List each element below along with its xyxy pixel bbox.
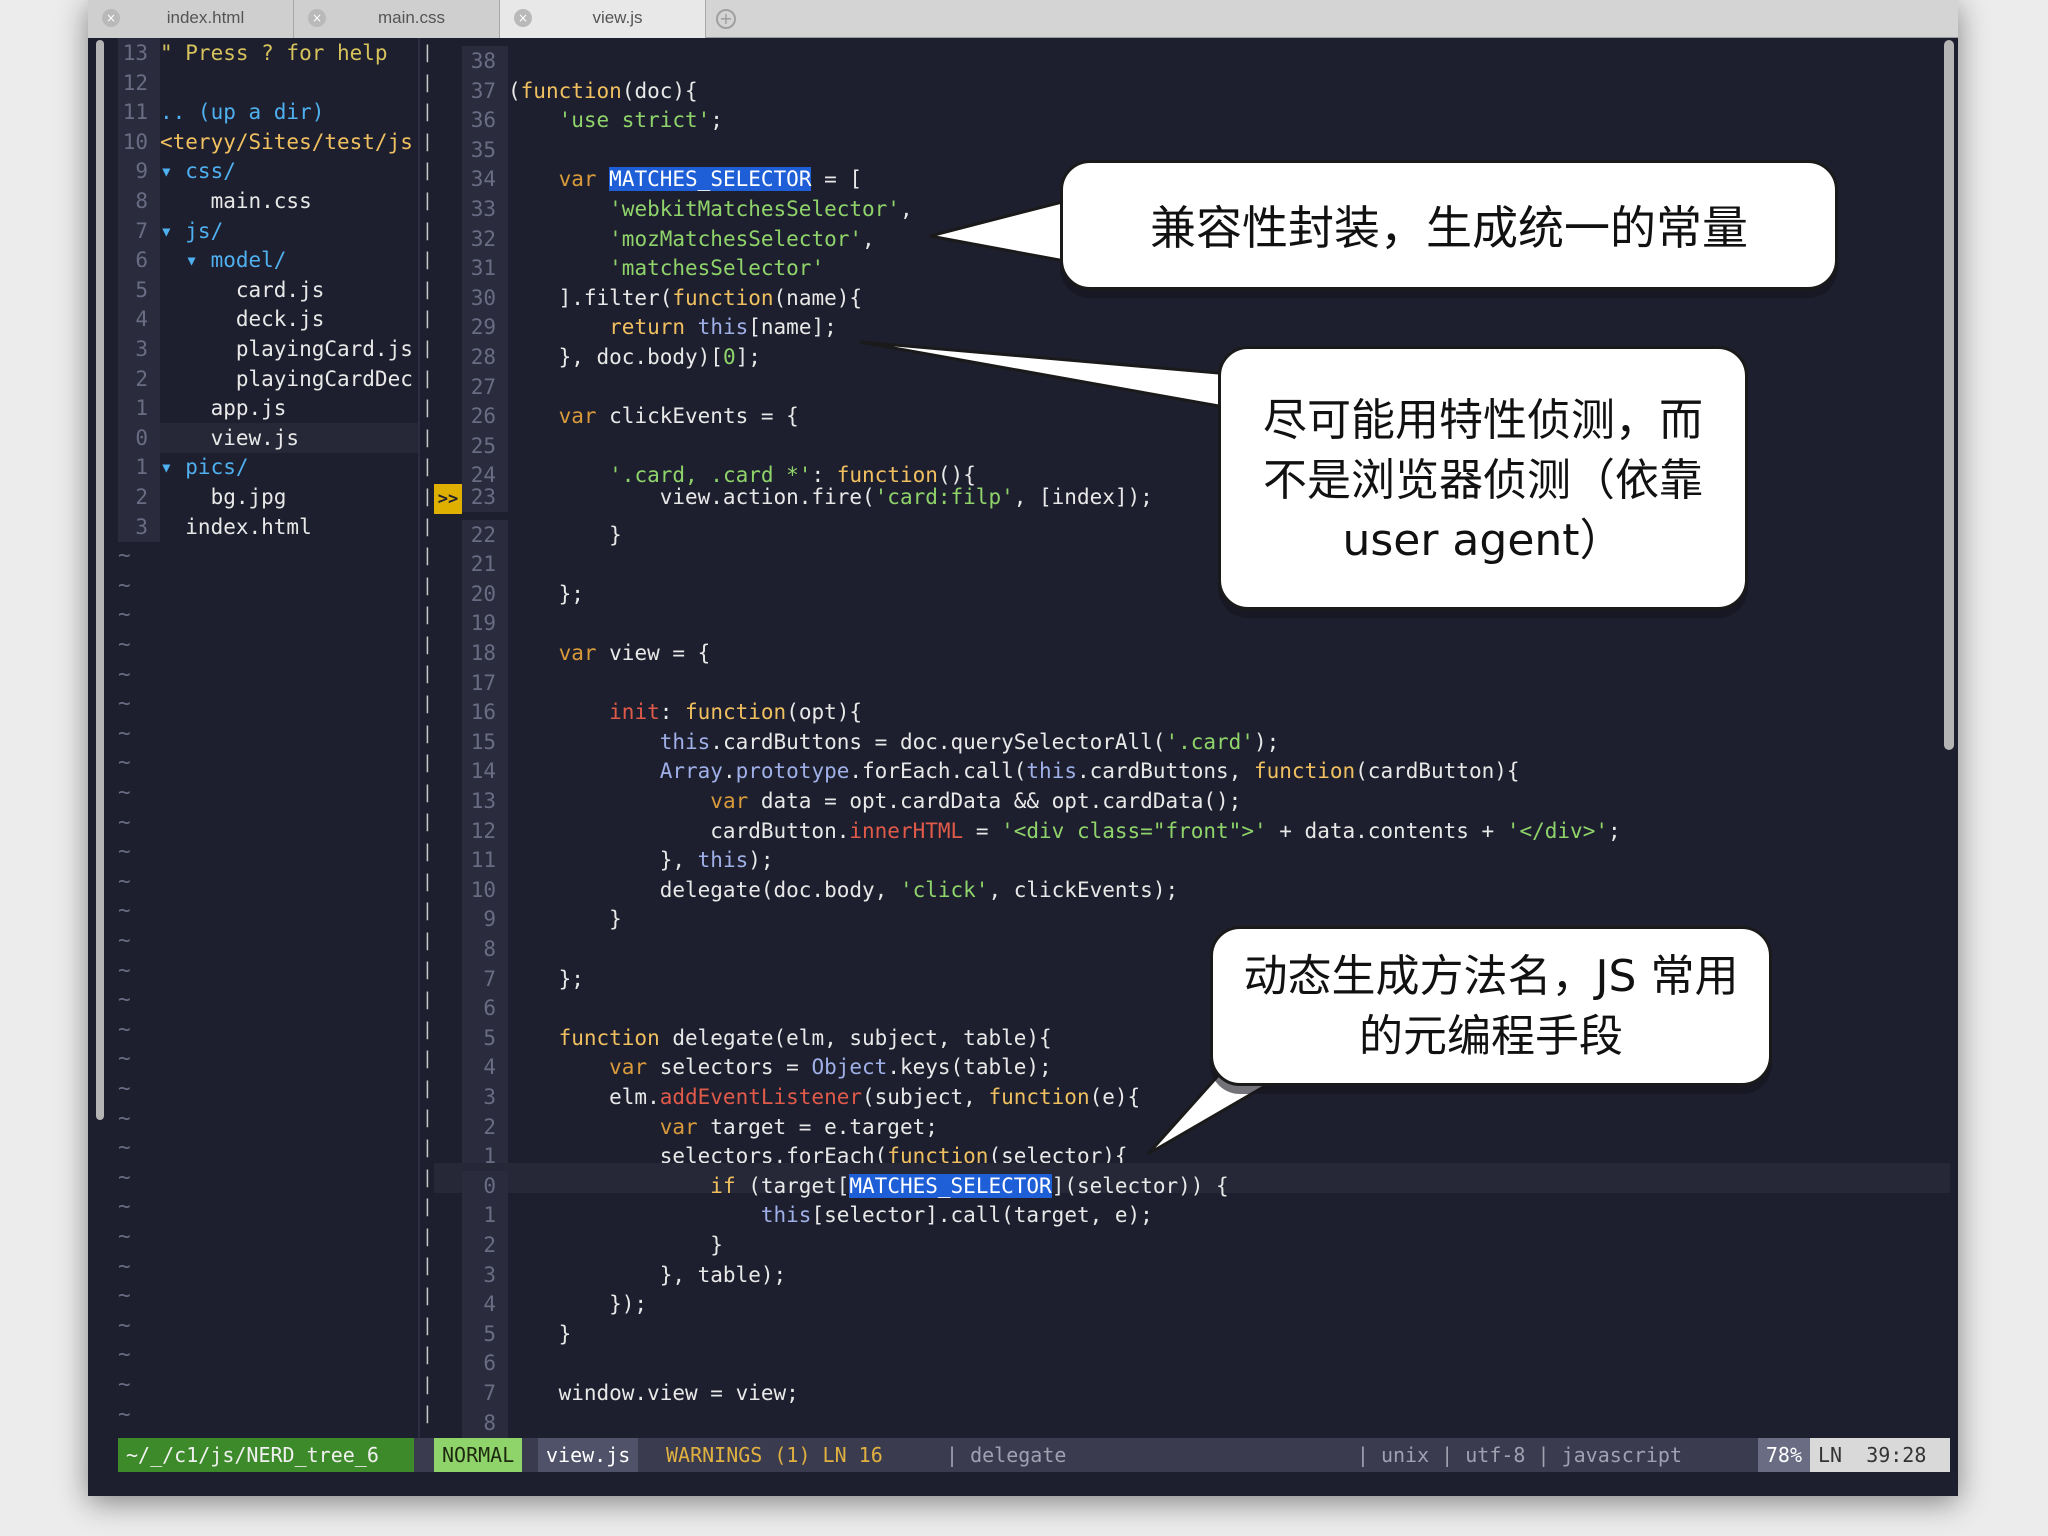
callout-line: 动态生成方法名，JS 常用 (1243, 951, 1739, 1002)
callout-compat: 兼容性封装，生成统一的常量 (1060, 160, 1838, 290)
callout-2-tail (859, 340, 1232, 410)
callout-line: 的元编程手段 (1359, 1011, 1623, 1062)
callout-metaprogramming: 动态生成方法名，JS 常用 的元编程手段 (1210, 926, 1772, 1086)
callout-line: user agent） (1342, 515, 1624, 566)
callout-line: 不是浏览器侦测（依靠 (1263, 455, 1703, 506)
callout-line: 尽可能用特性侦测，而 (1263, 395, 1703, 446)
callout-1-tail (929, 198, 1072, 264)
callout-compat-text: 兼容性封装，生成统一的常量 (1150, 201, 1748, 255)
callout-feature-detect: 尽可能用特性侦测，而 不是浏览器侦测（依靠 user agent） (1218, 346, 1748, 610)
